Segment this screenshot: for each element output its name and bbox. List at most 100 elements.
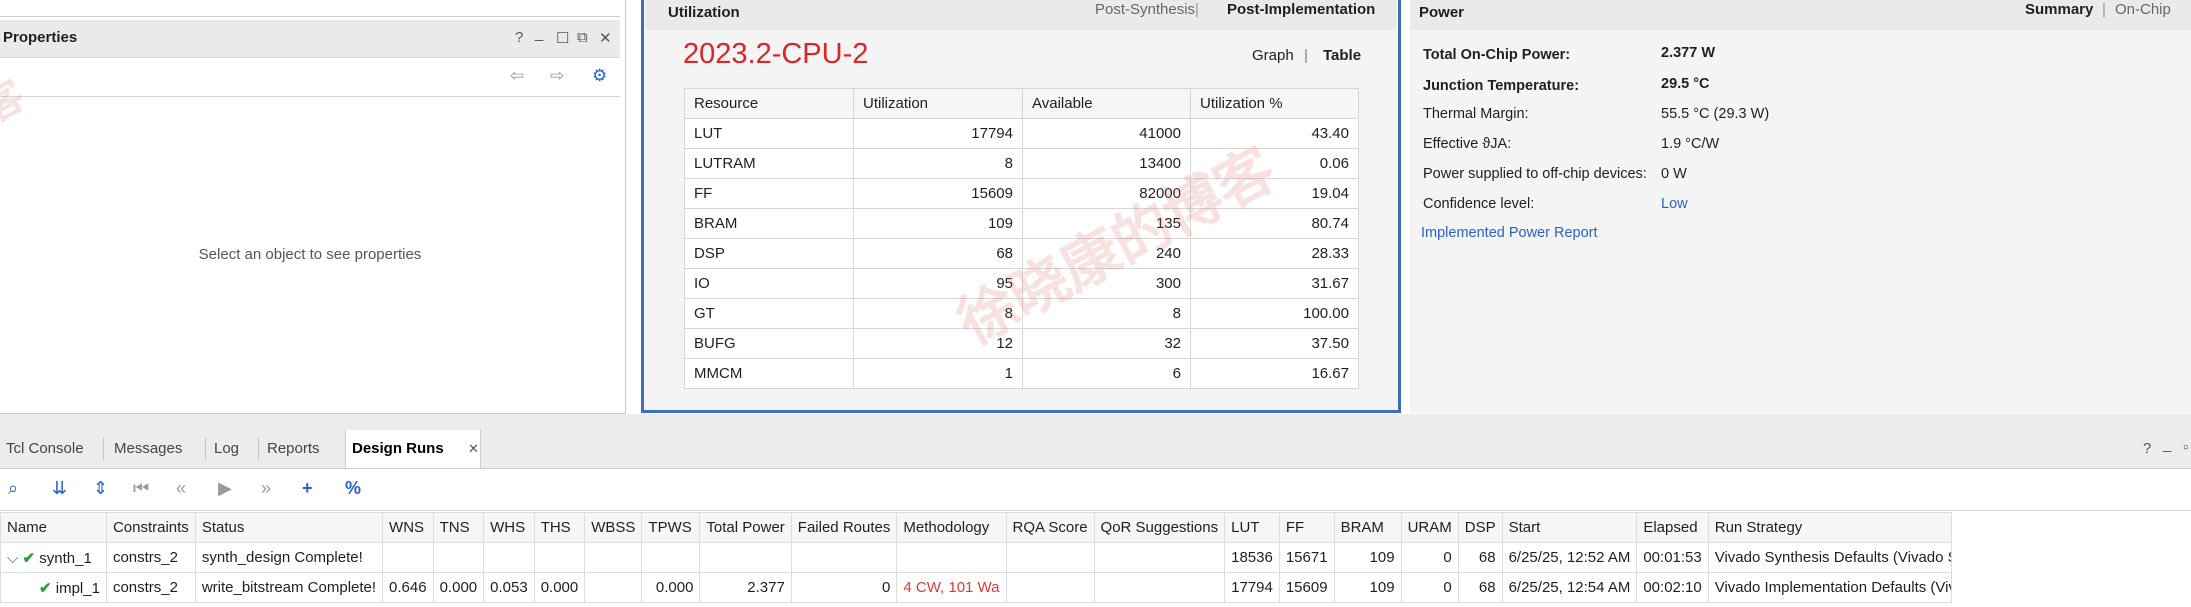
tab-on-chip[interactable]: On-Chip (2115, 1, 2171, 18)
column-header[interactable]: Failed Routes (790, 512, 898, 543)
gear-icon[interactable]: ⚙ (592, 66, 607, 86)
properties-header: Properties ? _ ☐ ⧉ ✕ (0, 20, 620, 58)
table-row[interactable]: MMCM 1 6 16.67 (684, 358, 1359, 389)
cell-whs: 0.053 (483, 572, 535, 603)
help-icon[interactable]: ? (2143, 440, 2151, 457)
column-header[interactable]: Utilization (853, 88, 1023, 119)
table-row[interactable]: ✔ impl_1 constrs_2 write_bitstream Complet… (0, 572, 1952, 603)
cell-available: 300 (1022, 268, 1191, 299)
collapse-all-icon[interactable]: ⇊ (52, 478, 67, 499)
column-header[interactable]: THS (533, 512, 586, 543)
column-header[interactable]: LUT (1224, 512, 1280, 543)
column-header[interactable]: WHS (483, 512, 535, 543)
cell-methodology (896, 542, 1007, 573)
cell-resource: LUT (684, 118, 854, 149)
first-icon[interactable]: ⏮ (133, 478, 149, 499)
table-row[interactable]: LUT 17794 41000 43.40 (684, 118, 1359, 149)
cell-qor (1093, 572, 1226, 603)
column-header[interactable]: Total Power (699, 512, 792, 543)
graph-view-link[interactable]: Graph (1252, 47, 1294, 64)
tab-post-synthesis[interactable]: Post-Synthesis (1095, 1, 1195, 18)
properties-empty-text: Select an object to see properties (198, 246, 422, 263)
restore-icon[interactable]: ▫ (2183, 439, 2188, 456)
cell-bram: 109 (1333, 542, 1402, 573)
effective-theta-value: 1.9 °C/W (1661, 136, 1720, 152)
expand-all-icon[interactable]: ⇕ (93, 478, 108, 499)
forward-arrow-icon[interactable]: ⇨ (550, 66, 564, 86)
cell-methodology: 4 CW, 101 Wa (896, 572, 1007, 603)
table-row[interactable]: DSP 68 240 28.33 (684, 238, 1359, 269)
maximize-icon[interactable]: ☐ (556, 29, 569, 47)
table-row[interactable]: LUTRAM 8 13400 0.06 (684, 148, 1359, 179)
table-view-link[interactable]: Table (1323, 47, 1361, 64)
column-header[interactable]: Constraints (105, 512, 196, 543)
column-header[interactable]: WNS (382, 512, 434, 543)
next-icon[interactable]: » (261, 478, 271, 499)
cell-available: 240 (1022, 238, 1191, 269)
help-icon[interactable]: ? (515, 29, 523, 46)
column-header[interactable]: Start (1501, 512, 1638, 543)
tab-design-runs[interactable]: Design Runs ✕ (345, 430, 481, 468)
minimize-icon[interactable]: _ (2163, 436, 2171, 453)
column-header[interactable]: URAM (1400, 512, 1459, 543)
cell-resource: BUFG (684, 328, 854, 359)
cell-utilization: 12 (853, 328, 1023, 359)
search-icon[interactable]: ⌕ (8, 478, 18, 499)
previous-icon[interactable]: « (176, 478, 186, 499)
column-header[interactable]: Resource (684, 88, 854, 119)
minimize-icon[interactable]: _ (535, 25, 543, 42)
power-report-link[interactable]: Implemented Power Report (1421, 225, 1598, 241)
play-icon[interactable]: ▶ (218, 478, 232, 499)
cell-percent: 0.06 (1190, 148, 1359, 179)
cell-resource: FF (684, 178, 854, 209)
column-header[interactable]: WBSS (584, 512, 643, 543)
back-arrow-icon[interactable]: ⇦ (510, 66, 524, 86)
tab-divider (258, 438, 259, 460)
properties-toolbar: ⇦ ⇨ ⚙ (0, 58, 620, 97)
column-header[interactable]: TPWS (641, 512, 701, 543)
column-header[interactable]: Utilization % (1190, 88, 1359, 119)
cell-rqa (1005, 572, 1095, 603)
float-icon[interactable]: ⧉ (577, 29, 588, 46)
table-row[interactable]: BRAM 109 135 80.74 (684, 208, 1359, 239)
column-header[interactable]: Run Strategy (1707, 512, 1952, 543)
table-row[interactable]: FF 15609 82000 19.04 (684, 178, 1359, 209)
tab-tcl-console[interactable]: Tcl Console (0, 430, 90, 468)
close-tab-icon[interactable]: ✕ (468, 430, 479, 468)
column-header[interactable]: Available (1022, 88, 1191, 119)
cell-tns (432, 542, 485, 573)
cell-ths (533, 542, 586, 573)
tab-reports[interactable]: Reports (261, 430, 326, 468)
tab-messages[interactable]: Messages (108, 430, 188, 468)
confidence-value-link[interactable]: Low (1661, 196, 1688, 212)
column-header[interactable]: Status (194, 512, 384, 543)
column-header[interactable]: Methodology (896, 512, 1007, 543)
table-row[interactable]: ⌵ ✔ synth_1 constrs_2 synth_design Complet… (0, 542, 1952, 573)
column-header[interactable]: RQA Score (1005, 512, 1095, 543)
add-icon[interactable]: + (302, 478, 313, 499)
close-icon[interactable]: ✕ (599, 29, 612, 47)
design-runs-table: Name Constraints Status WNS TNS WHS THS WBSS TPW… (0, 512, 1952, 603)
table-row[interactable]: GT 8 8 100.00 (684, 298, 1359, 329)
column-header[interactable]: DSP (1457, 512, 1503, 543)
column-header[interactable]: TNS (432, 512, 485, 543)
cell-constraints: constrs_2 (105, 572, 196, 603)
column-header[interactable]: Name (0, 512, 107, 543)
tab-log[interactable]: Log (208, 430, 245, 468)
cell-tpws: 0.000 (641, 572, 701, 603)
tab-post-implementation[interactable]: Post-Implementation (1227, 1, 1375, 18)
table-row[interactable]: BUFG 12 32 37.50 (684, 328, 1359, 359)
expand-chevron-icon[interactable]: ⌵ (7, 550, 23, 567)
column-header[interactable]: BRAM (1333, 512, 1402, 543)
percent-icon[interactable]: % (345, 478, 361, 499)
cell-percent: 43.40 (1190, 118, 1359, 149)
column-header[interactable]: QoR Suggestions (1093, 512, 1226, 543)
table-row[interactable]: IO 95 300 31.67 (684, 268, 1359, 299)
cell-resource: IO (684, 268, 854, 299)
column-header[interactable]: Elapsed (1636, 512, 1709, 543)
cell-available: 135 (1022, 208, 1191, 239)
top-strip (0, 0, 620, 17)
column-header[interactable]: FF (1278, 512, 1335, 543)
tab-summary[interactable]: Summary (2025, 1, 2093, 18)
cell-status: synth_design Complete! (194, 542, 384, 573)
